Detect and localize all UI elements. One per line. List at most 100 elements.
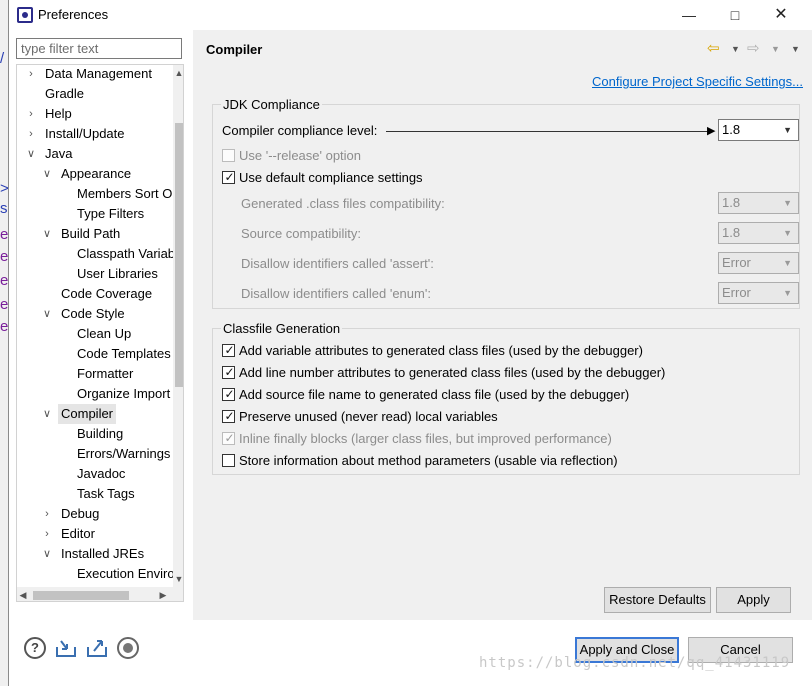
tree-item[interactable]: Organize Import <box>17 384 173 404</box>
tree-item[interactable]: Classpath Variab <box>17 244 175 264</box>
scroll-left-icon[interactable]: ◀ <box>17 587 29 601</box>
chevron-right-icon[interactable]: › <box>41 524 53 544</box>
chevron-down-icon[interactable]: ∨ <box>25 144 37 164</box>
chevron-down-icon[interactable]: ∨ <box>41 224 53 244</box>
chevron-right-icon[interactable]: › <box>25 104 37 124</box>
maximize-button[interactable]: □ <box>712 0 758 30</box>
checkbox-box[interactable] <box>222 408 236 424</box>
background-glyph: e <box>0 318 8 335</box>
tree-item-label: Help <box>45 106 72 121</box>
configure-project-settings-link[interactable]: Configure Project Specific Settings... <box>592 74 803 89</box>
tree-item[interactable]: Gradle <box>17 84 173 104</box>
tree-item[interactable]: › Debug <box>17 504 173 524</box>
tree-item[interactable]: Code Templates <box>17 344 173 364</box>
chevron-down-icon: ▼ <box>783 288 792 298</box>
background-glyph: e <box>0 272 8 289</box>
eclipse-app-icon <box>17 7 33 23</box>
forward-arrow-icon[interactable]: ⇨ <box>747 39 760 57</box>
compliance-level-combo[interactable]: 1.8 ▼ <box>718 119 799 141</box>
chevron-down-icon[interactable]: ∨ <box>41 404 53 424</box>
back-menu-chevron-icon[interactable]: ▼ <box>731 44 740 54</box>
tree-item[interactable]: Members Sort Or <box>17 184 177 204</box>
tree-item-label: Code Templates <box>77 346 171 361</box>
tree-item-label: Editor <box>61 526 95 541</box>
chevron-right-icon[interactable]: › <box>25 124 37 144</box>
page-title: Compiler <box>206 42 263 57</box>
tree-item[interactable]: ∨ Installed JREs <box>17 544 173 564</box>
record-preferences-icon[interactable] <box>117 637 139 659</box>
background-glyph: s <box>0 200 8 217</box>
tree-item[interactable]: Task Tags <box>17 484 173 504</box>
default-compliance-label: Use default compliance settings <box>239 170 423 185</box>
tree-item[interactable]: ∨ Appearance <box>17 164 173 184</box>
classfile-generation-group: Classfile Generation Add variable attrib… <box>212 321 800 475</box>
chevron-right-icon[interactable]: › <box>25 65 37 84</box>
restore-defaults-button[interactable]: Restore Defaults <box>604 587 711 613</box>
title-bar: Preferences — □ ✕ <box>9 0 812 30</box>
tree-item[interactable]: ∨ Code Style <box>17 304 173 324</box>
classfile-option-label: Add source file name to generated class … <box>239 387 630 402</box>
tree-item[interactable]: ∨ Java <box>17 144 173 164</box>
tree-item[interactable]: Formatter <box>17 364 173 384</box>
view-menu-chevron-icon[interactable]: ▼ <box>791 44 800 54</box>
tree-item[interactable]: Code Coverage <box>17 284 173 304</box>
tree-item[interactable]: ∨ Compiler <box>17 404 173 424</box>
back-arrow-icon[interactable]: ⇦ <box>707 39 720 57</box>
tree-item[interactable]: Clean Up <box>17 324 173 344</box>
classfile-option-label: Preserve unused (never read) local varia… <box>239 409 498 424</box>
export-preferences-icon[interactable] <box>86 637 108 659</box>
chevron-down-icon[interactable]: ∨ <box>41 544 53 564</box>
close-window-button[interactable]: ✕ <box>758 0 804 30</box>
checkbox-box[interactable] <box>222 430 236 446</box>
tree-item-label: Formatter <box>77 366 134 381</box>
import-preferences-icon[interactable] <box>55 637 77 659</box>
tree-item[interactable]: › Editor <box>17 524 173 544</box>
classfile-generation-title: Classfile Generation <box>221 321 343 336</box>
compliance-setting-combo[interactable]: Error ▼ <box>718 282 799 304</box>
minimize-button[interactable]: — <box>666 0 712 30</box>
tree-item[interactable]: User Libraries <box>17 264 173 284</box>
tree-item-label: Debug <box>61 506 100 521</box>
tree-item[interactable]: Building <box>17 424 173 444</box>
tree-item-label: Compiler <box>58 404 117 424</box>
tree-item[interactable]: › Data Management <box>17 65 173 84</box>
tree-item-label: Installed JREs <box>61 546 145 561</box>
chevron-down-icon[interactable]: ∨ <box>41 304 53 324</box>
checkbox-box[interactable] <box>222 149 235 162</box>
scroll-up-icon[interactable]: ▲ <box>173 65 183 81</box>
apply-button[interactable]: Apply <box>716 587 791 613</box>
tree-item[interactable]: › Install/Update <box>17 124 173 144</box>
background-glyph: / <box>0 50 5 67</box>
tree-item-label: Appearance <box>61 166 132 181</box>
checkbox-box[interactable] <box>222 386 236 402</box>
forward-menu-chevron-icon[interactable]: ▼ <box>771 44 780 54</box>
scroll-right-icon[interactable]: ▶ <box>157 587 169 601</box>
tree-horizontal-scroll-thumb[interactable] <box>33 591 129 600</box>
chevron-down-icon[interactable]: ∨ <box>41 164 53 184</box>
filter-input[interactable] <box>16 38 182 59</box>
checkbox-box[interactable] <box>222 364 236 380</box>
compliance-setting-combo[interactable]: 1.8 ▼ <box>718 222 799 244</box>
tree-vertical-scroll-thumb[interactable] <box>175 123 183 387</box>
tree-item[interactable]: Execution Enviro <box>17 564 175 584</box>
tree-item[interactable]: ∨ Build Path <box>17 224 173 244</box>
chevron-right-icon[interactable]: › <box>41 504 53 524</box>
compliance-setting-label: Source compatibility: <box>241 226 361 241</box>
tree-item[interactable]: Type Filters <box>17 204 173 224</box>
tree-item[interactable]: Javadoc <box>17 464 173 484</box>
checkbox-box[interactable] <box>222 342 236 358</box>
compliance-setting-combo[interactable]: Error ▼ <box>718 252 799 274</box>
scroll-down-icon[interactable]: ▼ <box>173 571 183 587</box>
help-icon[interactable]: ? <box>24 637 46 659</box>
tree-item-label: Code Coverage <box>61 286 153 301</box>
tree-item[interactable]: Errors/Warnings <box>17 444 173 464</box>
classfile-option-label: Inline finally blocks (larger class file… <box>239 431 612 446</box>
checkbox-box[interactable] <box>222 454 235 467</box>
tree-item-label: Build Path <box>61 226 121 241</box>
tree-item-label: Members Sort Or <box>77 186 177 201</box>
compliance-level-label: Compiler compliance level: <box>222 123 378 138</box>
window-title: Preferences <box>38 7 109 22</box>
tree-item[interactable]: › Help <box>17 104 173 124</box>
compliance-setting-combo[interactable]: 1.8 ▼ <box>718 192 799 214</box>
checkbox-box[interactable] <box>222 169 236 185</box>
